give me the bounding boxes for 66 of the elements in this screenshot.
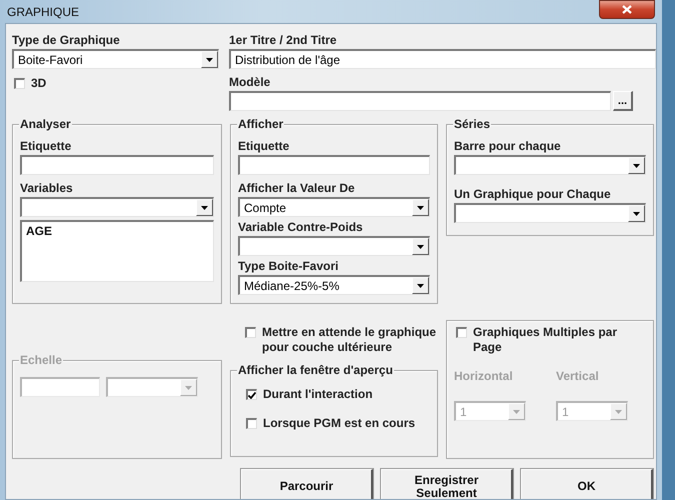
dropdown-button[interactable] [412, 277, 429, 294]
text-field[interactable] [20, 155, 214, 175]
group-title: Analyser [19, 117, 72, 131]
dropdown[interactable]: Boite-Favori [12, 49, 219, 69]
field-label: Afficher la Valeur De [238, 181, 356, 195]
checkbox-label[interactable]: 3D [31, 76, 46, 91]
dropdown[interactable] [454, 155, 646, 175]
browse-button[interactable]: Parcourir [241, 469, 373, 499]
field-label: Variables [20, 181, 74, 195]
checkbox-label[interactable]: Durant l'interaction [263, 387, 373, 402]
checkbox-label[interactable]: Mettre en attende le graphique pour couche ultérieure [262, 325, 438, 355]
dropdown[interactable] [238, 236, 430, 256]
window-title: GRAPHIQUE [6, 4, 80, 19]
group-title: Afficher [237, 117, 284, 131]
checkbox-label[interactable]: Graphiques Multiples par Page [473, 325, 623, 355]
field-label: Variable Contre-Poids [238, 220, 364, 234]
close-icon [622, 5, 632, 14]
dropdown[interactable] [454, 203, 646, 223]
checkbox[interactable] [245, 327, 256, 338]
dropdown[interactable]: Médiane-25%-5% [238, 275, 430, 295]
browse-button[interactable]: ... [613, 91, 633, 111]
caret-icon [417, 284, 424, 288]
text-field[interactable] [238, 155, 430, 175]
caret-icon [633, 164, 640, 168]
caret-icon [615, 410, 622, 414]
text-field[interactable]: Distribution de l'âge [229, 49, 656, 69]
checkbox[interactable] [456, 327, 467, 338]
dropdown-button[interactable] [196, 199, 213, 216]
group-title: Echelle [19, 353, 64, 367]
dropdown-button[interactable] [412, 199, 429, 216]
dropdown-button[interactable] [412, 238, 429, 255]
dropdown[interactable] [20, 197, 214, 217]
field-label: Type Boite-Favori [238, 259, 340, 273]
dropdown[interactable]: Compte [238, 197, 430, 217]
text-field[interactable] [229, 91, 611, 111]
field-label: Type de Graphique [12, 33, 121, 47]
list-item[interactable]: AGE [26, 224, 209, 238]
field-label: Etiquette [20, 139, 72, 153]
field-label: Un Graphique pour Chaque [454, 187, 612, 201]
caret-icon [417, 244, 424, 248]
group-title: Séries [453, 117, 492, 131]
caret-icon [633, 212, 640, 216]
field-label: Vertical [556, 369, 600, 383]
close-button[interactable] [599, 0, 655, 19]
caret-icon [206, 58, 213, 62]
ok-button[interactable]: OK [521, 469, 653, 499]
checkbox[interactable] [14, 78, 25, 89]
caret-icon [201, 206, 208, 210]
dropdown-button[interactable] [201, 51, 218, 68]
field-label: Horizontal [454, 369, 514, 383]
save-button[interactable]: Enregistrer Seulement [381, 469, 513, 499]
caret-icon [513, 410, 520, 414]
checkbox-label[interactable]: Lorsque PGM est en cours [263, 416, 416, 431]
field-label: Barre pour chaque [454, 139, 562, 153]
caret-icon [417, 206, 424, 210]
checkbox[interactable] [246, 389, 257, 400]
dropdown[interactable] [106, 377, 198, 397]
field-label: Etiquette [238, 139, 290, 153]
group-title: Afficher la fenêtre d'aperçu [237, 363, 394, 377]
caret-icon [185, 386, 192, 390]
dropdown-button[interactable] [628, 157, 645, 174]
checkbox[interactable] [246, 418, 257, 429]
dropdown-button[interactable] [628, 205, 645, 222]
field-label: 1er Titre / 2nd Titre [229, 33, 338, 47]
text-field[interactable] [20, 377, 100, 397]
field-label: Modèle [229, 75, 272, 89]
